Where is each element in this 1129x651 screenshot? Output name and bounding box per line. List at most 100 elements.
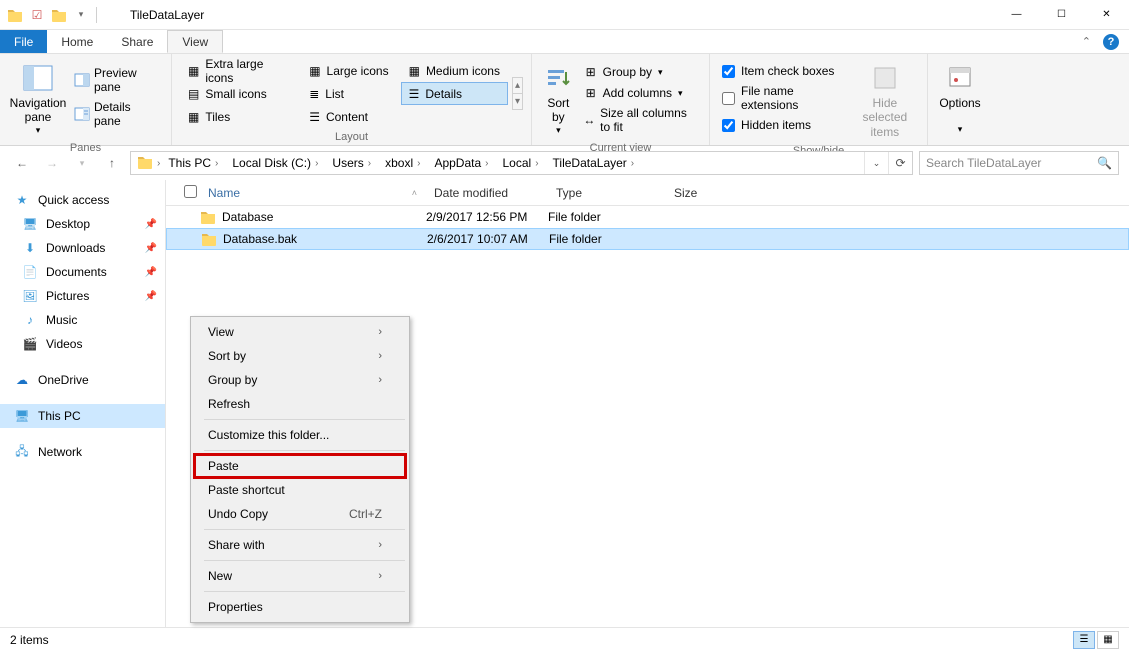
nav-music[interactable]: ♪Music bbox=[0, 308, 165, 332]
details-pane-button[interactable]: Details pane bbox=[68, 98, 163, 130]
sort-by-button[interactable]: Sort by▾ bbox=[540, 58, 577, 140]
search-icon: 🔍 bbox=[1097, 156, 1112, 170]
file-date: 2/9/2017 12:56 PM bbox=[426, 210, 548, 224]
file-row[interactable]: Database.bak 2/6/2017 10:07 AM File fold… bbox=[166, 228, 1129, 250]
chevron-right-icon: › bbox=[378, 350, 382, 362]
separator bbox=[204, 450, 405, 451]
layout-scroll-down[interactable]: ▾ bbox=[512, 93, 523, 110]
ctx-shortcut: Ctrl+Z bbox=[349, 507, 382, 521]
nav-network[interactable]: 🖧Network bbox=[0, 440, 165, 464]
size-columns-button[interactable]: ↔Size all columns to fit bbox=[577, 104, 701, 136]
col-date[interactable]: Date modified bbox=[426, 186, 548, 200]
ctx-view[interactable]: View› bbox=[194, 320, 406, 344]
breadcrumb-seg[interactable]: This PC› bbox=[160, 156, 224, 170]
ctx-share-with[interactable]: Share with› bbox=[194, 533, 406, 557]
qat-dropdown-icon[interactable]: ▾ bbox=[72, 6, 90, 24]
status-bar: 2 items ☰ ▦ bbox=[0, 627, 1129, 651]
ribbon: Navigation pane▾ Preview pane Details pa… bbox=[0, 54, 1129, 146]
up-button[interactable]: ↑ bbox=[100, 151, 124, 175]
nav-downloads[interactable]: ⬇Downloads📌 bbox=[0, 236, 165, 260]
layout-details[interactable]: ☰Details bbox=[401, 82, 508, 105]
chevron-right-icon: › bbox=[378, 374, 382, 386]
address-bar[interactable]: › This PC› Local Disk (C:)› Users› xboxl… bbox=[130, 151, 913, 175]
view-details-button[interactable]: ☰ bbox=[1073, 631, 1095, 649]
layout-list[interactable]: ≣List bbox=[301, 82, 396, 105]
nav-desktop[interactable]: 🖥Desktop📌 bbox=[0, 212, 165, 236]
col-name[interactable]: Name˄ bbox=[200, 186, 426, 200]
ctx-undo-copy[interactable]: Undo CopyCtrl+Z bbox=[194, 502, 406, 526]
breadcrumb-seg[interactable]: AppData› bbox=[426, 156, 494, 170]
layout-tiles[interactable]: ▦Tiles bbox=[180, 105, 297, 128]
tab-view[interactable]: View bbox=[167, 30, 223, 53]
address-dropdown-icon[interactable]: ⌄ bbox=[864, 152, 888, 174]
chevron-right-icon: › bbox=[378, 570, 382, 582]
ctx-paste-shortcut[interactable]: Paste shortcut bbox=[194, 478, 406, 502]
back-button[interactable]: ← bbox=[10, 151, 34, 175]
ribbon-tabs: File Home Share View ⌃ ? bbox=[0, 30, 1129, 54]
ctx-paste[interactable]: Paste bbox=[194, 454, 406, 478]
nav-videos[interactable]: 🎬Videos bbox=[0, 332, 165, 356]
layout-large[interactable]: ▦Large icons bbox=[301, 59, 396, 82]
close-button[interactable]: ✕ bbox=[1084, 0, 1129, 30]
ctx-sort-by[interactable]: Sort by› bbox=[194, 344, 406, 368]
breadcrumb-seg[interactable]: Users› bbox=[324, 156, 377, 170]
hidden-items-toggle[interactable]: Hidden items bbox=[718, 116, 851, 134]
breadcrumb-seg[interactable]: Local Disk (C:)› bbox=[224, 156, 324, 170]
preview-pane-button[interactable]: Preview pane bbox=[68, 64, 163, 96]
address-row: ← → ▾ ↑ › This PC› Local Disk (C:)› User… bbox=[0, 146, 1129, 180]
titlebar: ☑ ▾ TileDataLayer — ☐ ✕ bbox=[0, 0, 1129, 30]
layout-extra-large[interactable]: ▦Extra large icons bbox=[180, 59, 297, 82]
hide-selected-label: Hide selected items bbox=[853, 96, 917, 139]
ctx-properties[interactable]: Properties bbox=[194, 595, 406, 619]
recent-dropdown[interactable]: ▾ bbox=[70, 151, 94, 175]
view-large-icons-button[interactable]: ▦ bbox=[1097, 631, 1119, 649]
minimize-button[interactable]: — bbox=[994, 0, 1039, 30]
nav-onedrive[interactable]: ☁OneDrive bbox=[0, 368, 165, 392]
layout-small[interactable]: ▤Small icons bbox=[180, 82, 297, 105]
separator bbox=[204, 560, 405, 561]
options-button[interactable]: Options▾ bbox=[936, 58, 984, 138]
ctx-refresh[interactable]: Refresh bbox=[194, 392, 406, 416]
navigation-pane-button[interactable]: Navigation pane▾ bbox=[8, 58, 68, 140]
navigation-pane-label: Navigation pane bbox=[10, 96, 67, 125]
layout-medium[interactable]: ▦Medium icons bbox=[401, 59, 508, 82]
layout-scroll-up[interactable]: ▴ bbox=[512, 77, 523, 93]
maximize-button[interactable]: ☐ bbox=[1039, 0, 1084, 30]
col-type[interactable]: Type bbox=[548, 186, 666, 200]
hide-selected-button[interactable]: Hide selected items bbox=[851, 58, 919, 143]
sort-indicator-icon: ˄ bbox=[412, 188, 417, 198]
item-checkboxes-toggle[interactable]: Item check boxes bbox=[718, 62, 851, 80]
folder-icon bbox=[50, 6, 68, 24]
file-row[interactable]: Database 2/9/2017 12:56 PM File folder bbox=[166, 206, 1129, 228]
column-headers: Name˄ Date modified Type Size bbox=[166, 180, 1129, 206]
file-extensions-toggle[interactable]: File name extensions bbox=[718, 82, 851, 114]
breadcrumb-seg[interactable]: TileDataLayer› bbox=[545, 156, 641, 170]
sort-by-label: Sort by bbox=[542, 96, 575, 125]
tab-share[interactable]: Share bbox=[107, 30, 167, 53]
group-by-button[interactable]: ⊞Group by ▾ bbox=[577, 62, 701, 82]
breadcrumb-seg[interactable]: xboxl› bbox=[377, 156, 426, 170]
select-all-checkbox[interactable] bbox=[184, 185, 197, 198]
forward-button[interactable]: → bbox=[40, 151, 64, 175]
layout-content[interactable]: ☰Content bbox=[301, 105, 396, 128]
ctx-group-by[interactable]: Group by› bbox=[194, 368, 406, 392]
refresh-button[interactable]: ⟳ bbox=[888, 152, 912, 174]
nav-documents[interactable]: 📄Documents📌 bbox=[0, 260, 165, 284]
options-label: Options bbox=[939, 96, 980, 110]
context-menu: View› Sort by› Group by› Refresh Customi… bbox=[190, 316, 410, 623]
search-placeholder: Search TileDataLayer bbox=[926, 156, 1041, 170]
ctx-new[interactable]: New› bbox=[194, 564, 406, 588]
help-icon[interactable]: ? bbox=[1103, 34, 1119, 50]
ctx-customize-folder[interactable]: Customize this folder... bbox=[194, 423, 406, 447]
tab-file[interactable]: File bbox=[0, 30, 47, 53]
search-input[interactable]: Search TileDataLayer 🔍 bbox=[919, 151, 1119, 175]
tab-home[interactable]: Home bbox=[47, 30, 107, 53]
add-columns-button[interactable]: ⊞Add columns ▾ bbox=[577, 83, 701, 103]
collapse-ribbon-icon[interactable]: ⌃ bbox=[1082, 35, 1091, 48]
breadcrumb-seg[interactable]: Local› bbox=[495, 156, 545, 170]
nav-pictures[interactable]: 🖼Pictures📌 bbox=[0, 284, 165, 308]
qat-properties-icon[interactable]: ☑ bbox=[28, 6, 46, 24]
nav-quick-access[interactable]: ★Quick access bbox=[0, 188, 165, 212]
col-size[interactable]: Size bbox=[666, 186, 746, 200]
nav-this-pc[interactable]: 🖥This PC bbox=[0, 404, 165, 428]
